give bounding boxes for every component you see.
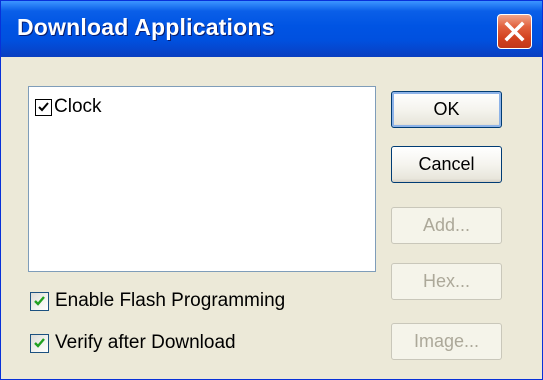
enable-flash-row[interactable]: Enable Flash Programming [30,289,285,313]
checkmark-icon [34,295,45,306]
enable-flash-checkbox[interactable] [30,291,49,311]
verify-after-checkbox[interactable] [30,333,49,353]
close-button[interactable] [497,14,532,49]
add-button[interactable]: Add... [391,207,502,244]
cancel-button[interactable]: Cancel [391,146,502,183]
image-button[interactable]: Image... [391,323,502,360]
clock-label: Clock [54,96,102,117]
verify-after-row[interactable]: Verify after Download [30,331,236,355]
enable-flash-label: Enable Flash Programming [55,290,286,311]
download-applications-dialog: Download Applications Clock Enable Flash… [0,0,543,380]
checkmark-icon [38,101,49,111]
window-title: Download Applications [17,14,275,40]
close-icon [504,21,525,42]
checkmark-icon [34,337,45,348]
clock-checkbox[interactable] [35,98,52,116]
title-bar[interactable]: Download Applications [1,1,542,57]
verify-after-label: Verify after Download [55,332,236,353]
applications-list[interactable]: Clock [28,86,376,272]
list-item-clock[interactable]: Clock [35,95,102,119]
hex-button[interactable]: Hex... [391,263,502,300]
ok-button[interactable]: OK [391,91,502,128]
